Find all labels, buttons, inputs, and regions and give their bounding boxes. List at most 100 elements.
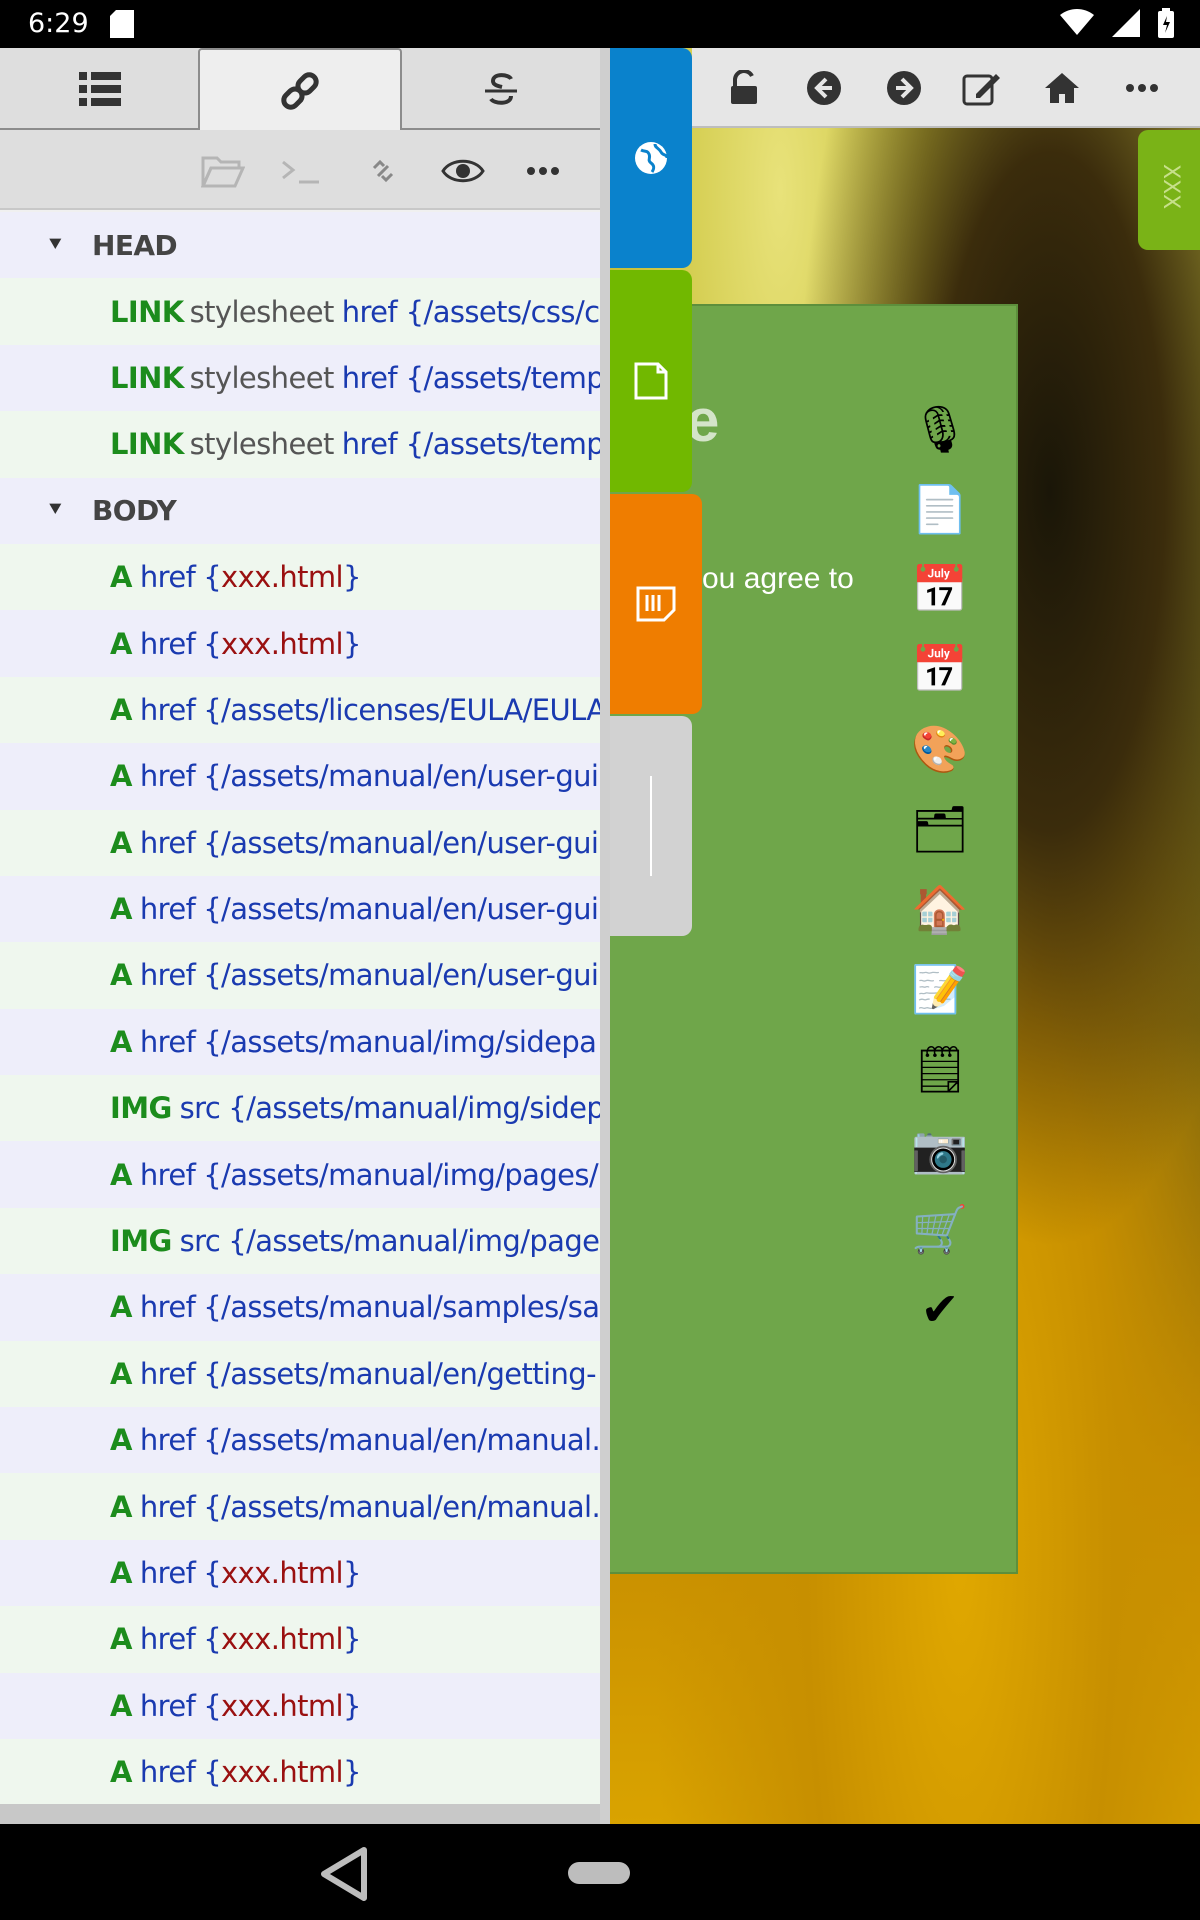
folder-icon[interactable] bbox=[200, 150, 246, 192]
node-tag: A bbox=[110, 1157, 132, 1192]
node-attr-value[interactable]: xxx.html bbox=[221, 1689, 344, 1723]
node-brace-open: { bbox=[203, 1290, 222, 1325]
tree-node[interactable]: Ahref{/assets/licenses/EULA/EULA. bbox=[0, 676, 600, 744]
node-attr-value[interactable]: /assets/templa bbox=[424, 427, 600, 461]
forward-icon[interactable] bbox=[884, 68, 924, 108]
node-tag: A bbox=[110, 692, 132, 727]
node-attr-value[interactable]: /assets/manual/en/manual. bbox=[221, 1423, 600, 1457]
calendar-icon[interactable]: 📅 bbox=[910, 556, 970, 622]
node-attr-value[interactable]: /assets/templa bbox=[424, 361, 600, 395]
house-icon[interactable]: 🏠 bbox=[910, 876, 970, 942]
node-attr-value[interactable]: xxx.html bbox=[221, 1622, 344, 1656]
node-attr-value[interactable]: xxx.html bbox=[221, 560, 344, 594]
tab-strikethrough[interactable] bbox=[402, 48, 600, 130]
palette-icon[interactable]: 🎨 bbox=[910, 716, 970, 782]
tree-node[interactable]: Ahref{/assets/manual/samples/sa bbox=[0, 1274, 600, 1341]
tree-node[interactable]: Ahref{xxx.html} bbox=[0, 1738, 600, 1804]
node-attr-value[interactable]: /assets/manual/img/pages/ bbox=[221, 1158, 599, 1192]
tree-node[interactable]: Ahref{xxx.html} bbox=[0, 1539, 600, 1607]
document-icon[interactable]: 📄 bbox=[910, 476, 970, 542]
node-attr-value[interactable]: /assets/manual/samples/sa bbox=[221, 1290, 600, 1324]
tree-node[interactable]: LINKstylesheethref {/assets/templa bbox=[0, 344, 600, 412]
edit-icon[interactable] bbox=[962, 68, 1002, 108]
home-icon[interactable] bbox=[1042, 68, 1082, 108]
node-attr-value[interactable]: /assets/licenses/EULA/EULA. bbox=[221, 693, 600, 727]
nav-back-icon[interactable] bbox=[318, 1846, 370, 1902]
panel-bottom-bar bbox=[0, 1804, 600, 1824]
eye-icon[interactable] bbox=[440, 150, 486, 192]
node-attr-value[interactable]: /assets/manual/img/sidep bbox=[246, 1091, 600, 1125]
chevron-down-icon[interactable]: ⯆ bbox=[30, 233, 80, 258]
pencil-note-icon[interactable]: 📝 bbox=[910, 956, 970, 1022]
tree-node[interactable]: Ahref{/assets/manual/en/user-gui bbox=[0, 875, 600, 943]
node-attr-value[interactable]: /assets/manual/img/sidepa bbox=[221, 1025, 597, 1059]
chevron-down-icon[interactable]: ⯆ bbox=[30, 498, 80, 523]
node-tag: A bbox=[110, 1622, 132, 1657]
tree-node[interactable]: IMG src{/assets/manual/img/sidep bbox=[0, 1075, 600, 1142]
cart-icon[interactable]: 🛒 bbox=[910, 1196, 970, 1262]
sidepanel-tab-bookmarks[interactable] bbox=[610, 494, 702, 714]
sidepanel-tab-notes[interactable] bbox=[610, 270, 692, 492]
more-icon[interactable] bbox=[1122, 68, 1162, 108]
panel-scroll-strip[interactable] bbox=[600, 48, 610, 1824]
right-edge-tab[interactable]: XXX bbox=[1138, 130, 1200, 250]
node-rel: stylesheet bbox=[189, 427, 335, 462]
tree-node[interactable]: LINK stylesheet href {/assets/css/cl bbox=[0, 278, 600, 345]
terminal-icon[interactable] bbox=[280, 150, 326, 192]
node-brace-open: { bbox=[228, 1224, 247, 1259]
tree-node[interactable]: Ahref{/assets/manual/en/manual. bbox=[0, 1407, 600, 1474]
tree-section-head[interactable]: ⯆ HEAD bbox=[0, 212, 600, 279]
node-attr-value[interactable]: xxx.html bbox=[221, 1755, 344, 1789]
sd-card-icon bbox=[110, 10, 134, 42]
unlink-icon[interactable] bbox=[360, 150, 406, 192]
node-attr-value[interactable]: /assets/manual/en/manual. bbox=[221, 1490, 600, 1524]
node-attr-value[interactable]: /assets/manual/en/getting- bbox=[221, 1357, 597, 1391]
tree-node[interactable]: Ahref{xxx.html} bbox=[0, 1606, 600, 1673]
node-tag: A bbox=[110, 1489, 132, 1524]
microphone-icon[interactable]: 🎙 bbox=[910, 396, 970, 462]
node-attr-value[interactable]: xxx.html bbox=[221, 627, 344, 661]
tree-node[interactable]: Ahref{/assets/manual/en/user-gui bbox=[0, 743, 600, 810]
unlock-icon[interactable] bbox=[724, 68, 764, 108]
node-attr-key: href bbox=[139, 1423, 196, 1458]
calendar-2-icon[interactable]: 📅 bbox=[910, 636, 970, 702]
sidepanel-tab-divider[interactable] bbox=[610, 716, 692, 936]
node-attr-value[interactable]: /assets/css/cl bbox=[424, 295, 600, 329]
inspector-toolbar bbox=[0, 130, 600, 210]
tree-node[interactable]: Ahref{/assets/manual/en/user-gui bbox=[0, 942, 600, 1009]
tree-node[interactable]: Ahref{/assets/manual/en/getting- bbox=[0, 1340, 600, 1408]
node-attr-value[interactable]: /assets/manual/en/user-gui bbox=[221, 759, 599, 793]
tree-node[interactable]: Ahref{xxx.html} bbox=[0, 1672, 600, 1739]
tree-node[interactable]: Ahref{xxx.html} bbox=[0, 610, 600, 677]
tree-node[interactable]: Ahref{/assets/manual/img/sidepa bbox=[0, 1008, 600, 1076]
node-brace-open: { bbox=[203, 759, 222, 794]
tree-node[interactable]: IMG src{/assets/manual/img/pages bbox=[0, 1207, 600, 1275]
checkmark-icon[interactable]: ✔ bbox=[910, 1276, 970, 1342]
notepad-icon[interactable]: 🗒 bbox=[910, 1036, 970, 1102]
node-attr-value[interactable]: xxx.html bbox=[221, 1556, 344, 1590]
node-attr-value[interactable]: /assets/manual/en/user-gui bbox=[221, 958, 599, 992]
node-tag: A bbox=[110, 958, 132, 993]
tree-node[interactable]: Ahref{/assets/manual/en/manual. bbox=[0, 1473, 600, 1540]
node-brace-open: { bbox=[203, 560, 222, 595]
node-tag: A bbox=[110, 1356, 132, 1391]
tree-node[interactable]: Ahref{/assets/manual/en/user-gui bbox=[0, 809, 600, 876]
globe-icon bbox=[635, 142, 669, 174]
nav-home-pill[interactable] bbox=[568, 1862, 630, 1884]
tab-list[interactable] bbox=[0, 48, 200, 130]
back-icon[interactable] bbox=[804, 68, 844, 108]
folder-icon[interactable]: 🗂 bbox=[910, 796, 970, 862]
tree-node[interactable]: Ahref{/assets/manual/img/pages/ bbox=[0, 1141, 600, 1208]
node-attr-value[interactable]: /assets/manual/en/user-gui bbox=[221, 892, 599, 926]
node-attr-value[interactable]: /assets/manual/en/user-gui bbox=[221, 826, 599, 860]
tree-node[interactable]: Ahref{xxx.html} bbox=[0, 543, 600, 611]
more-icon[interactable] bbox=[520, 150, 566, 192]
right-tab-label: XXX bbox=[1158, 164, 1183, 210]
camera-icon[interactable]: 📷 bbox=[910, 1116, 970, 1182]
tree-section-body[interactable]: ⯆ BODY bbox=[0, 477, 600, 544]
node-attr-value[interactable]: /assets/manual/img/pages bbox=[246, 1224, 600, 1258]
tree-node[interactable]: LINKstylesheethref {/assets/templa bbox=[0, 411, 600, 478]
section-label: BODY bbox=[92, 494, 177, 528]
sidepanel-tab-web[interactable] bbox=[610, 48, 692, 268]
tab-links[interactable] bbox=[198, 48, 402, 132]
